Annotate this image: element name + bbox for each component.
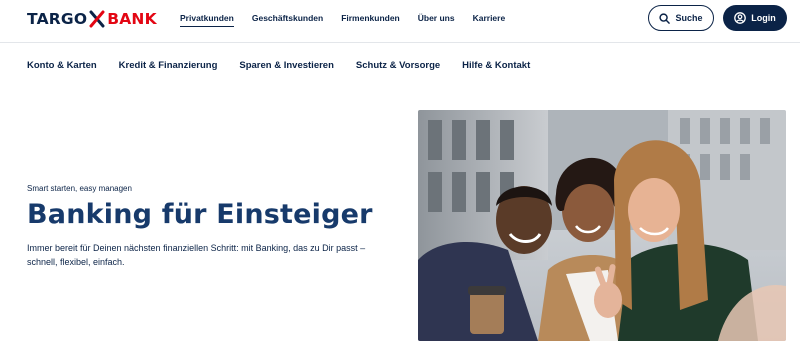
hero-image — [418, 110, 786, 341]
search-button-label: Suche — [675, 13, 703, 23]
logo-text-left: TARGO — [27, 10, 88, 28]
topnav-privatkunden[interactable]: Privatkunden — [180, 12, 234, 27]
logo-x-icon — [89, 10, 105, 28]
topnav-firmenkunden[interactable]: Firmenkunden — [341, 12, 400, 27]
targobank-logo[interactable]: TARGO BANK — [27, 9, 157, 29]
login-button-label: Login — [751, 13, 776, 23]
login-button[interactable]: Login — [723, 5, 787, 31]
subnav-konto-karten[interactable]: Konto & Karten — [27, 59, 97, 72]
subnav-schutz-vorsorge[interactable]: Schutz & Vorsorge — [356, 59, 440, 72]
subnav-sparen-investieren[interactable]: Sparen & Investieren — [239, 59, 334, 72]
hero-title: Banking für Einsteiger — [27, 199, 373, 230]
sub-navigation: Konto & Karten Kredit & Finanzierung Spa… — [27, 59, 552, 72]
subnav-kredit-finanzierung[interactable]: Kredit & Finanzierung — [119, 59, 218, 72]
topnav-geschaeftskunden[interactable]: Geschäftskunden — [252, 12, 323, 27]
hero-description: Immer bereit für Deinen nächsten finanzi… — [27, 243, 366, 267]
search-button[interactable]: Suche — [648, 5, 714, 31]
user-circle-icon — [734, 12, 747, 24]
topnav-karriere[interactable]: Karriere — [473, 12, 506, 27]
hero-eyebrow: Smart starten, easy managen — [27, 184, 132, 193]
logo-text-right: BANK — [107, 10, 157, 28]
top-navigation: Privatkunden Geschäftskunden Firmenkunde… — [180, 12, 523, 27]
search-icon — [659, 12, 671, 24]
topnav-ueber-uns[interactable]: Über uns — [418, 12, 455, 27]
subnav-hilfe-kontakt[interactable]: Hilfe & Kontakt — [462, 59, 530, 72]
site-header: TARGO BANK Privatkunden Geschäftskunden … — [0, 0, 800, 43]
